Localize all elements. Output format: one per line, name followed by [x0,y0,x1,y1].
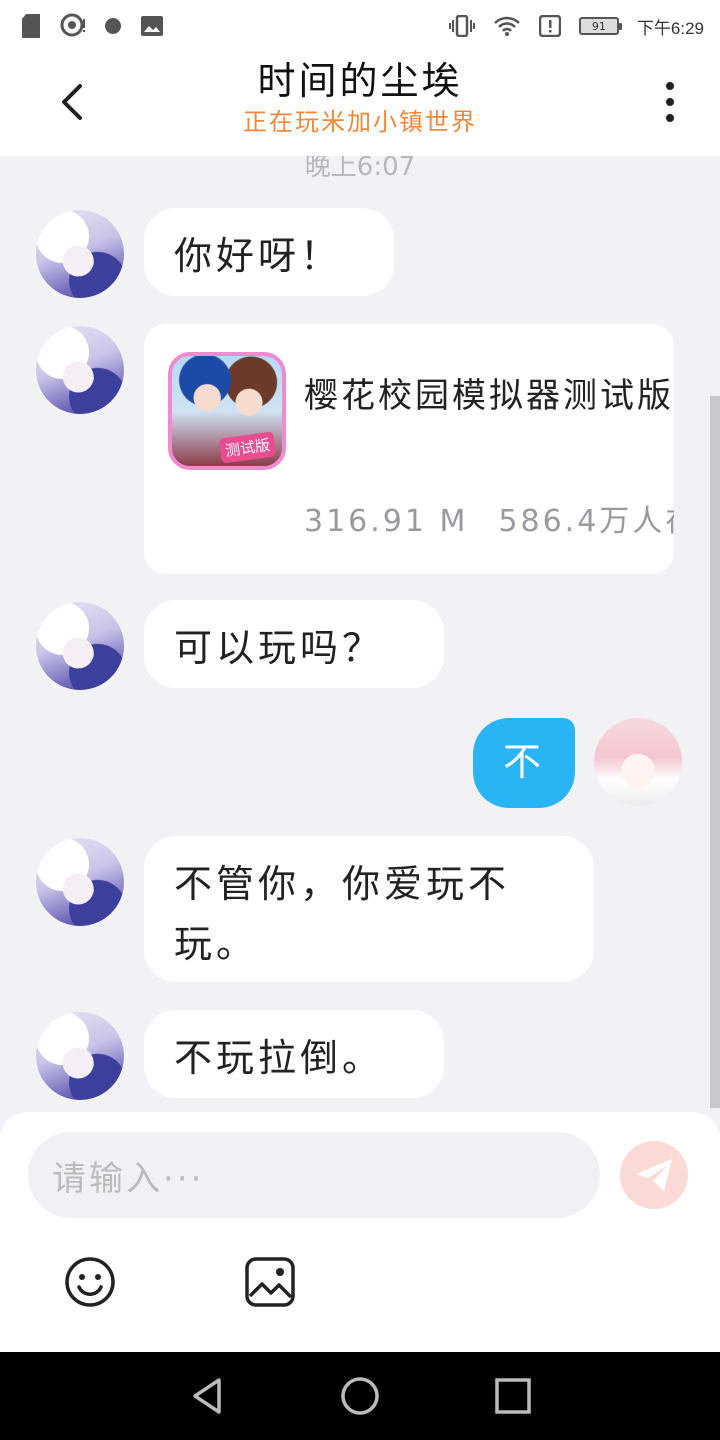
status-bar: 91 下午6:29 [0,0,720,52]
game-meta: 316.91 M 586.4万人在 [304,496,674,540]
game-players: 586.4万人在 [498,504,674,539]
image-icon [140,15,164,37]
more-vertical-icon [666,82,674,90]
game-share-card[interactable]: 测试版 樱花校园模拟器测试版 316.91 M 586.4万人在 [144,324,674,574]
smile-icon [65,1257,115,1307]
square-recents-icon [495,1378,532,1414]
dot-icon [104,17,122,35]
message-list[interactable]: 晚上6:07 你好呀！ 测试版 樱花校园模拟器测试版 316.91 M 586.4… [0,156,720,1116]
avatar[interactable] [36,326,124,414]
nav-recents-button[interactable] [488,1371,538,1421]
avatar[interactable] [36,1012,124,1100]
my-avatar[interactable] [594,718,682,806]
my-message-bubble[interactable]: 不 [473,718,575,808]
message-input[interactable]: 请输入··· [28,1132,600,1218]
hotspot-icon [60,13,86,39]
page-title: 时间的尘埃 [257,59,463,103]
battery-level: 91 [591,19,606,33]
emoji-button[interactable] [62,1254,118,1310]
send-button[interactable] [620,1141,688,1209]
message-timestamp: 晚上6:07 [304,156,416,182]
avatar[interactable] [36,210,124,298]
game-badge: 测试版 [218,431,277,464]
message-bubble[interactable]: 你好呀！ [144,208,394,296]
more-options-button[interactable] [656,80,684,124]
vibrate-icon [448,15,475,37]
message-bubble[interactable]: 不管你，你爱玩不玩。 [144,836,594,982]
image-button[interactable] [242,1254,298,1310]
send-plane-icon [636,1159,672,1191]
circle-home-icon [341,1377,379,1415]
message-bubble[interactable]: 不玩拉倒。 [144,1010,444,1098]
chevron-left-icon [62,84,82,120]
wifi-icon [493,15,521,37]
game-name: 樱花校园模拟器测试版 [304,376,674,416]
system-nav-bar [0,1352,720,1440]
scrollbar[interactable] [710,396,720,1108]
nav-back-button[interactable] [182,1371,232,1421]
back-button[interactable] [52,80,92,124]
nav-home-button[interactable] [335,1371,385,1421]
message-bubble[interactable]: 可以玩吗？ [144,600,444,688]
header-title-group: 时间的尘埃 正在玩米加小镇世界 [180,56,540,138]
status-time: 下午6:29 [636,18,704,38]
sd-card-icon [20,13,42,39]
avatar[interactable] [36,838,124,926]
input-area: 请输入··· [0,1112,720,1352]
battery-icon: 91 [578,17,622,35]
triangle-back-icon [192,1378,221,1414]
game-icon: 测试版 [168,352,286,470]
playing-status: 正在玩米加小镇世界 [243,108,477,136]
game-size: 316.91 M [304,504,469,539]
status-right-icons: 91 下午6:29 [448,14,704,39]
alert-icon [538,15,561,37]
avatar[interactable] [36,602,124,690]
image-icon [245,1257,295,1307]
chat-header: 时间的尘埃 正在玩米加小镇世界 [0,52,720,156]
status-left-icons [20,13,164,39]
